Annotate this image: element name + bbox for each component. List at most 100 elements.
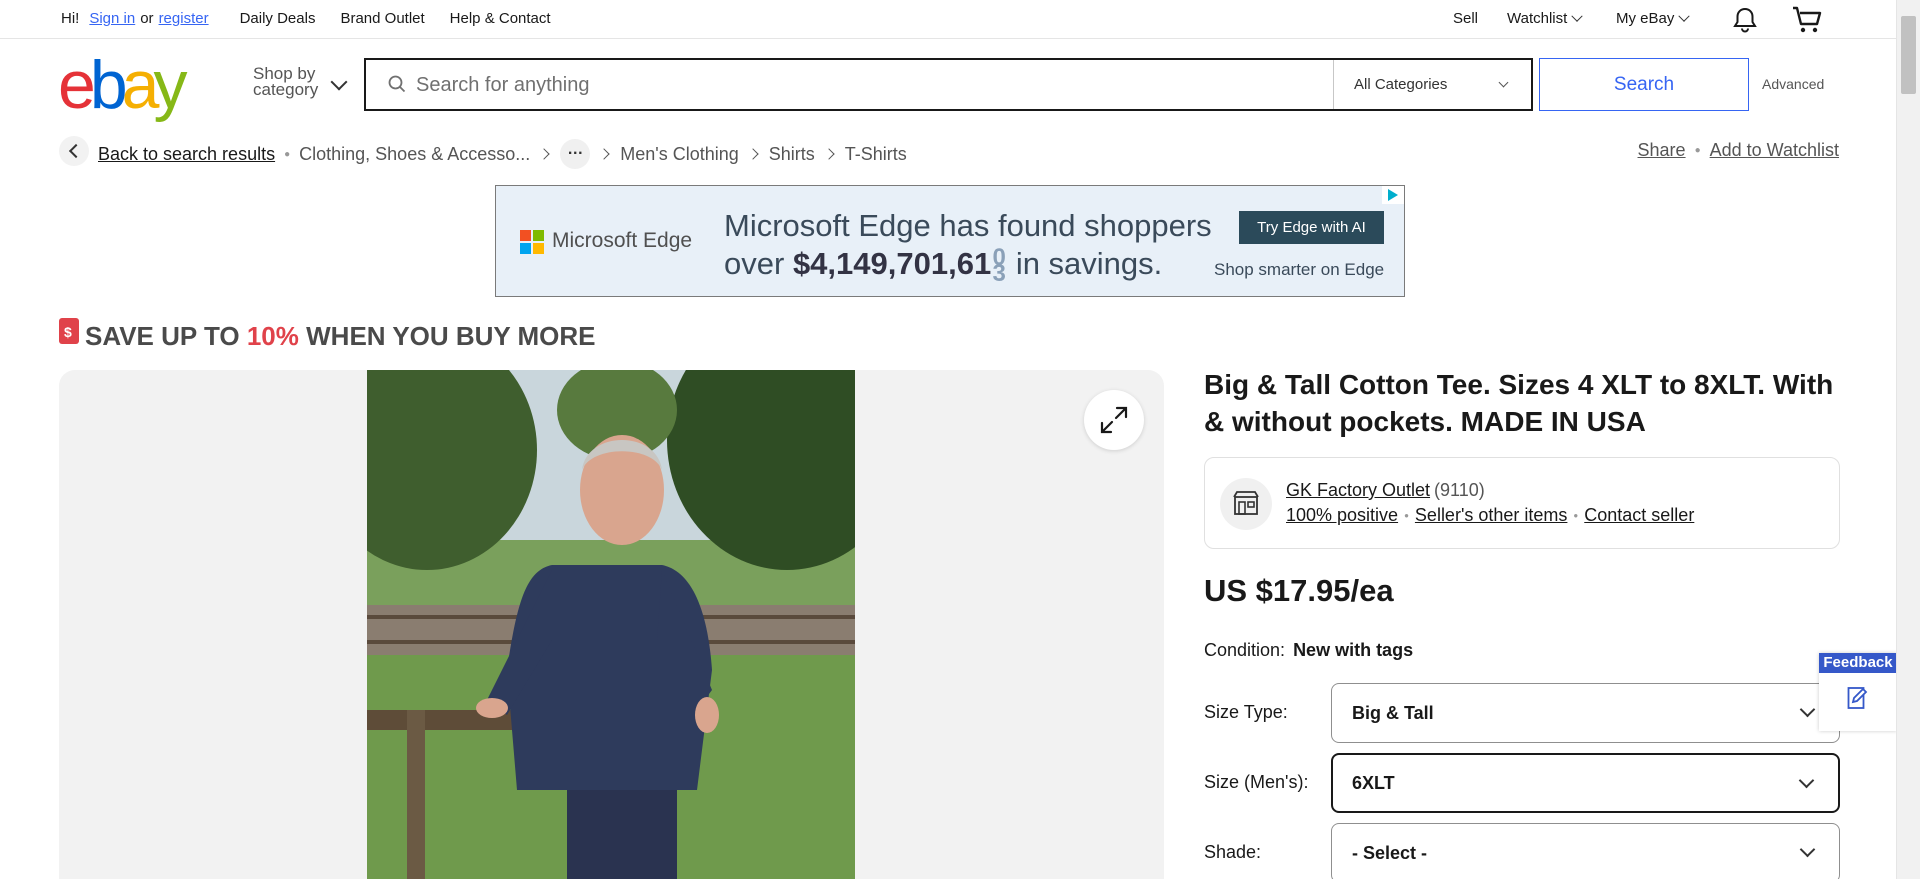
notification-bell-icon[interactable] (1731, 6, 1759, 38)
watchlist-menu[interactable]: Watchlist (1507, 10, 1583, 27)
listing-title: Big & Tall Cotton Tee. Sizes 4 XLT to 8X… (1204, 369, 1834, 437)
contact-seller-link[interactable]: Contact seller (1584, 505, 1694, 526)
seller-links: 100% positive ● Seller's other items ● C… (1286, 505, 1694, 526)
store-icon[interactable] (1220, 478, 1272, 530)
my-ebay-label: My eBay (1616, 10, 1675, 27)
chevron-down-icon (1799, 841, 1816, 858)
ad-headline-line1: Microsoft Edge has found shoppers (724, 208, 1212, 243)
advanced-search-link[interactable]: Advanced (1762, 76, 1824, 92)
edit-note-icon (1847, 685, 1869, 716)
breadcrumb-item-tshirts[interactable]: T-Shirts (845, 144, 907, 165)
top-nav-left: Hi! Sign in or register Daily Deals Bran… (61, 10, 551, 27)
item-price: US $17.95/ea (1204, 573, 1394, 608)
search-button[interactable]: Search (1539, 58, 1749, 111)
daily-deals-link[interactable]: Daily Deals (240, 10, 316, 27)
share-link[interactable]: Share (1638, 140, 1686, 161)
chevron-down-icon (1798, 772, 1815, 789)
sell-link[interactable]: Sell (1453, 10, 1478, 27)
size-type-select[interactable]: Big & Tall (1331, 683, 1840, 743)
category-select[interactable]: All Categories (1333, 60, 1531, 109)
breadcrumb-item-shirts[interactable]: Shirts (769, 144, 815, 165)
price-tag-icon (59, 318, 79, 344)
expand-image-icon[interactable] (1084, 390, 1144, 450)
chevron-down-icon (1799, 701, 1816, 718)
size-type-value: Big & Tall (1352, 703, 1434, 723)
feedback-label: Feedback (1819, 653, 1897, 673)
breadcrumb-more-button[interactable]: … (560, 139, 591, 169)
image-gallery (59, 370, 1164, 879)
separator-dot: ● (1573, 511, 1579, 520)
sign-in-link[interactable]: Sign in (89, 10, 135, 27)
ad-savings-amount: $4,149,701,61 (792, 246, 992, 281)
chevron-down-icon (1678, 10, 1691, 22)
chevron-right-icon (823, 148, 835, 160)
breadcrumb: Back to search results ● Clothing, Shoes… (98, 139, 907, 169)
ad-cta-button[interactable]: Try Edge with AI (1239, 211, 1384, 244)
ad-odometer-digit: 03 (992, 243, 1006, 287)
ad-subtext: Shop smarter on Edge (1214, 260, 1385, 279)
scrollbar-thumb[interactable] (1901, 16, 1916, 94)
help-contact-link[interactable]: Help & Contact (450, 10, 551, 27)
shade-value: - Select - (1352, 843, 1428, 863)
register-link[interactable]: register (159, 10, 209, 27)
ad-brand-name: Microsoft Edge (552, 229, 693, 252)
chevron-down-icon[interactable] (330, 73, 348, 91)
chevron-down-icon (1498, 77, 1509, 88)
search-icon (388, 75, 406, 98)
watchlist-label: Watchlist (1507, 10, 1568, 27)
page-scrollbar[interactable] (1896, 0, 1920, 879)
share-watch-links: Share ● Add to Watchlist (1638, 140, 1839, 161)
size-select[interactable]: 6XLT (1331, 753, 1840, 813)
chevron-right-icon (538, 148, 550, 160)
cart-icon[interactable] (1791, 5, 1823, 39)
condition-row: Condition: New with tags (1204, 640, 1413, 661)
promo-percent: 10% (246, 321, 299, 351)
category-select-value: All Categories (1354, 76, 1448, 93)
shop-by-category-button[interactable]: Shop by category (253, 65, 319, 99)
ad-banner[interactable]: Microsoft Edge Microsoft Edge has found … (495, 185, 1405, 297)
ad-headline-line2: over $4,149,701,610 3 in savings. (724, 243, 1163, 287)
search-input[interactable] (416, 68, 1286, 102)
top-nav-bar: Hi! Sign in or register Daily Deals Bran… (0, 0, 1896, 39)
ms-logo-square (520, 243, 531, 254)
shade-label: Shade: (1204, 842, 1262, 862)
separator-dot: ● (1404, 511, 1409, 520)
greeting-text: Hi! (61, 10, 80, 27)
chevron-down-icon (1571, 10, 1583, 22)
separator-dot: ● (1694, 145, 1701, 156)
add-to-watchlist-link[interactable]: Add to Watchlist (1710, 140, 1839, 161)
positive-feedback-link[interactable]: 100% positive (1286, 505, 1398, 526)
ms-logo-square (520, 230, 531, 241)
condition-value: New with tags (1293, 640, 1414, 660)
my-ebay-menu[interactable]: My eBay (1616, 10, 1691, 27)
size-type-label: Size Type: (1204, 702, 1288, 722)
chevron-right-icon (598, 148, 610, 160)
microsoft-logo-icon (520, 230, 544, 254)
size-label: Size (Men's): (1204, 772, 1309, 792)
product-photo[interactable] (367, 370, 855, 879)
seller-other-items-link[interactable]: Seller's other items (1415, 505, 1568, 526)
back-to-search-link[interactable]: Back to search results (98, 144, 275, 165)
separator-dot: ● (284, 148, 291, 160)
brand-outlet-link[interactable]: Brand Outlet (340, 10, 424, 27)
condition-label: Condition: (1204, 640, 1286, 660)
seller-card: GK Factory Outlet (9110) 100% positive ● … (1204, 457, 1840, 549)
seller-name-line: GK Factory Outlet (9110) (1286, 480, 1485, 501)
feedback-widget[interactable]: Feedback (1819, 653, 1897, 731)
seller-name-link[interactable]: GK Factory Outlet (1286, 480, 1430, 500)
size-value: 6XLT (1352, 773, 1395, 793)
ms-logo-square (533, 243, 544, 254)
breadcrumb-item-clothing[interactable]: Clothing, Shoes & Accesso... (299, 144, 530, 165)
or-text: or (140, 10, 154, 27)
shade-select[interactable]: - Select - (1331, 823, 1840, 879)
search-box: All Categories (364, 58, 1533, 111)
ebay-logo[interactable]: ebay (58, 51, 187, 119)
breadcrumb-item-mens-clothing[interactable]: Men's Clothing (620, 144, 739, 165)
chevron-right-icon (747, 148, 759, 160)
category-label: category (253, 80, 319, 99)
seller-feedback-count: (9110) (1434, 480, 1485, 500)
back-arrow-icon[interactable] (59, 136, 89, 166)
ms-logo-square (533, 230, 544, 241)
ad-choices-icon[interactable] (1382, 186, 1404, 204)
promo-banner: SAVE UP TO 10% WHEN YOU BUY MORE (85, 321, 596, 351)
